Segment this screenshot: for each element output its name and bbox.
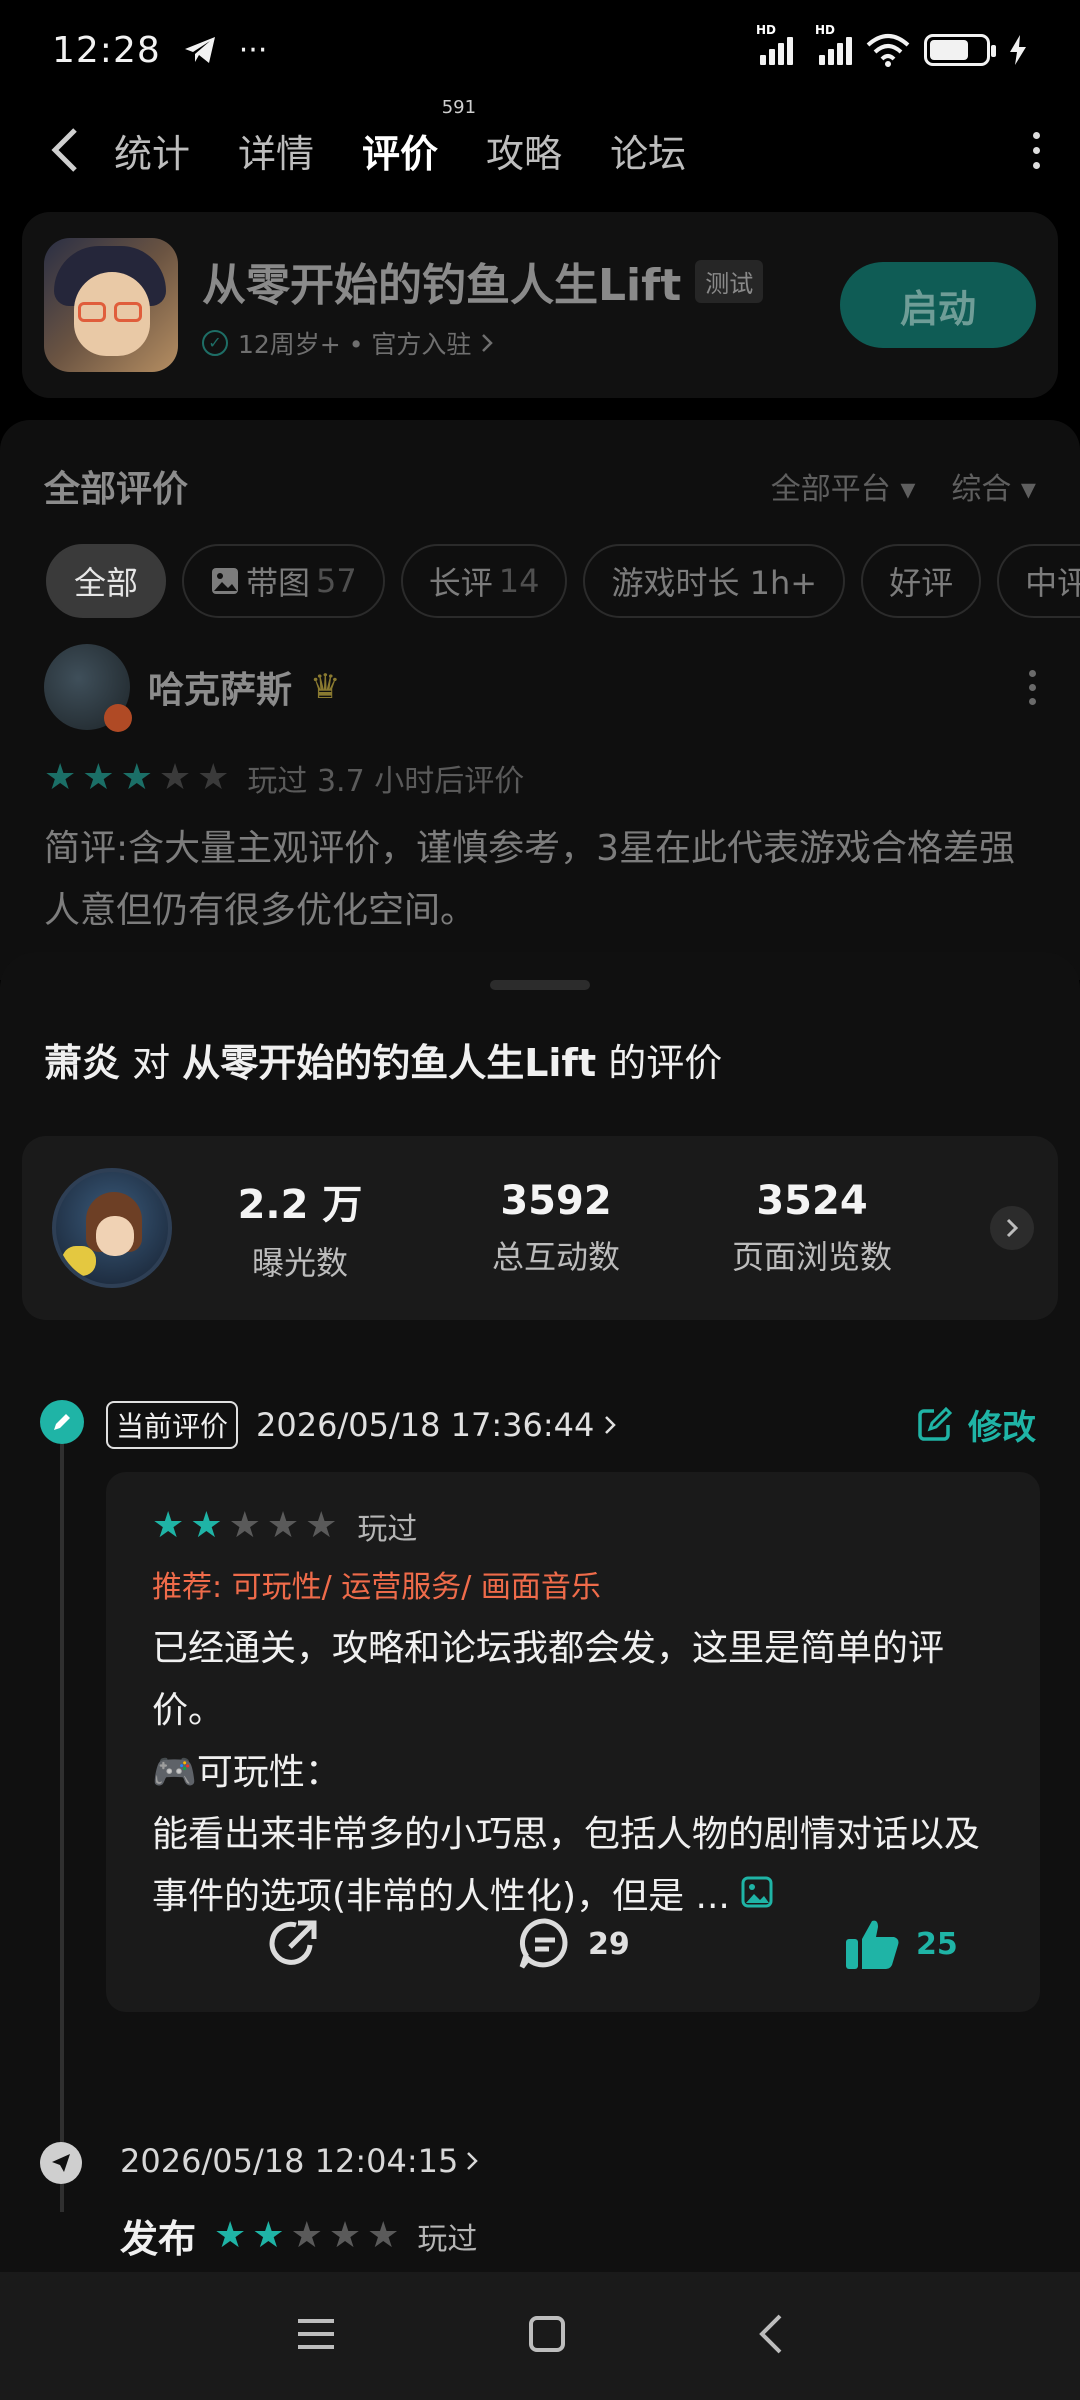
- chevron-right-icon: [605, 1415, 617, 1434]
- chevron-left-icon: [51, 128, 77, 172]
- battery-icon: [924, 34, 996, 66]
- current-review-date[interactable]: 2026/05/18 17:36:44: [256, 1406, 617, 1444]
- edit-button[interactable]: 修改: [914, 1400, 1036, 1449]
- review-count-badge: 591: [441, 96, 477, 118]
- edit-icon: [918, 1406, 953, 1441]
- app-subtitle: 12周岁+ • 官方入驻: [238, 330, 472, 359]
- review-text: 简评:含大量主观评价，谨慎参考，3星在此代表游戏合格差强人意但仍有很多优化空间。: [44, 828, 1016, 931]
- home-button[interactable]: [527, 2314, 567, 2358]
- charging-icon: [1010, 35, 1026, 65]
- image-icon: [212, 568, 239, 594]
- played-label: 玩过: [417, 2221, 478, 2257]
- filter-chips: 全部 带图 57 长评 14 游戏时长 1h+ 好评 中评: [46, 544, 1080, 618]
- sort-filter[interactable]: 综合 ▾: [951, 464, 1036, 508]
- like-button[interactable]: 25: [842, 1915, 958, 1973]
- chip-playtime[interactable]: 游戏时长 1h+: [583, 544, 846, 618]
- back-arrow-icon: [759, 2314, 782, 2354]
- stat-interactions: 3592 总互动数: [491, 1178, 620, 1276]
- chevron-right-icon: [467, 2152, 479, 2170]
- tab-forum[interactable]: 论坛: [610, 123, 686, 178]
- more-options-button[interactable]: [1033, 131, 1040, 169]
- menu-icon: [297, 2319, 334, 2349]
- tab-reviews-label: 评价: [362, 131, 439, 176]
- sheet-title: 萧炎 对 从零开始的钓鱼人生Lift 的评价: [44, 1041, 723, 1085]
- status-time: 12:28: [52, 29, 161, 71]
- review-list-panel: 全部评价 全部平台 ▾ 综合 ▾ 全部 带图 57 长评 14 游戏时长 1h+ 好…: [0, 420, 1080, 980]
- played-label: 玩过: [357, 1512, 418, 1547]
- comment-count: 29: [588, 1926, 630, 1962]
- rating-stars: ★ ★ ★ ★ ★: [214, 2214, 400, 2256]
- back-button[interactable]: [40, 120, 90, 180]
- avatar[interactable]: [44, 644, 132, 732]
- signal-icon-2: HD: [815, 23, 852, 65]
- app-name: 从零开始的钓鱼人生Lift: [202, 260, 682, 311]
- stat-pageviews: 3524 页面浏览数: [731, 1178, 892, 1276]
- chip-with-images[interactable]: 带图 57: [182, 544, 385, 618]
- launch-button[interactable]: 启动: [840, 262, 1036, 348]
- chevron-right-icon: [1006, 1218, 1019, 1238]
- tab-guides[interactable]: 攻略: [486, 123, 562, 178]
- like-count: 25: [916, 1926, 958, 1962]
- current-review-header: 当前评价 2026/05/18 17:36:44 修改: [106, 1400, 1036, 1449]
- review-more-button[interactable]: [1029, 669, 1036, 705]
- home-square-icon: [528, 2316, 565, 2352]
- top-tab-bar: 统计 详情 评价 591 攻略 论坛: [0, 97, 1080, 200]
- stat-exposure: 2.2 万 曝光数: [237, 1182, 363, 1282]
- system-nav-bar: [0, 2272, 1080, 2400]
- wifi-icon: [866, 34, 910, 67]
- share-button[interactable]: [264, 1915, 322, 1973]
- comment-button[interactable]: 29: [516, 1915, 630, 1973]
- list-title: 全部评价: [44, 469, 189, 510]
- review-body: 已经通关，攻略和论坛我都会发，这里是简单的评价。 🎮可玩性： 能看出来非常多的小…: [152, 1618, 994, 1929]
- menu-button[interactable]: [296, 2317, 336, 2355]
- signal-icon: HD: [756, 23, 793, 65]
- thumbs-up-icon: [846, 1920, 899, 1969]
- telegram-icon: [184, 37, 215, 63]
- rating-stars: ★ ★ ★ ★ ★: [152, 1505, 338, 1546]
- chevron-right-icon: [482, 334, 494, 352]
- review-item[interactable]: 哈克萨斯 ♛ ★ ★ ★ ★ ★ 玩过 3.7 小时后评价 简评:含大量主观评价，谨慎参…: [44, 644, 1036, 942]
- publish-date[interactable]: 2026/05/18 12:04:15: [120, 2142, 479, 2180]
- stats-more-button[interactable]: [990, 1206, 1034, 1250]
- review-meta: 玩过 3.7 小时后评价: [247, 764, 525, 799]
- review-history-sheet: 萧炎 对 从零开始的钓鱼人生Lift 的评价 2.2 万 曝光数 3592 总互…: [0, 952, 1080, 2272]
- chip-all[interactable]: 全部: [46, 544, 167, 618]
- platform-filter[interactable]: 全部平台 ▾: [771, 464, 916, 508]
- system-back-button[interactable]: [758, 2313, 784, 2359]
- more-notifications-icon: ···: [238, 32, 268, 68]
- crown-icon: ♛: [310, 667, 341, 707]
- share-icon: [269, 1920, 317, 1965]
- comment-icon: [519, 1918, 568, 1969]
- publish-label: 发布: [120, 2217, 197, 2261]
- current-review-tag: 当前评价: [106, 1400, 239, 1449]
- stats-card[interactable]: 2.2 万 曝光数 3592 总互动数 3524 页面浏览数: [22, 1136, 1058, 1320]
- pencil-icon: [40, 1400, 84, 1444]
- chip-neutral[interactable]: 中评: [997, 544, 1080, 618]
- current-review-card[interactable]: ★ ★ ★ ★ ★ 玩过 推荐: 可玩性/ 运营服务/ 画面音乐 已经通关，攻略和论坛我…: [106, 1472, 1040, 2012]
- app-icon: [44, 238, 178, 372]
- tab-reviews[interactable]: 评价 591: [358, 97, 476, 182]
- rating-stars: ★ ★ ★ ★ ★: [44, 757, 230, 798]
- tab-details[interactable]: 详情: [238, 123, 314, 178]
- recommend-tags: 推荐: 可玩性/ 运营服务/ 画面音乐: [152, 1570, 601, 1605]
- verified-icon: ✓: [202, 330, 228, 356]
- reviewer-name[interactable]: 哈克萨斯: [148, 661, 292, 713]
- chip-long-reviews[interactable]: 长评 14: [400, 544, 568, 618]
- chip-positive[interactable]: 好评: [861, 544, 982, 618]
- status-bar: 12:28 ··· HD HD: [0, 0, 1080, 100]
- app-card[interactable]: 从零开始的钓鱼人生Lift 测试 ✓ 12周岁+ • 官方入驻 启动: [22, 212, 1058, 398]
- test-badge: 测试: [695, 259, 764, 303]
- send-icon: [40, 2142, 82, 2184]
- user-avatar: [52, 1168, 172, 1288]
- tab-stats[interactable]: 统计: [114, 123, 190, 178]
- publish-row: 发布 ★ ★ ★ ★ ★ 玩过: [120, 2208, 477, 2263]
- timeline-line: [60, 1422, 64, 2212]
- drag-handle[interactable]: [490, 980, 590, 990]
